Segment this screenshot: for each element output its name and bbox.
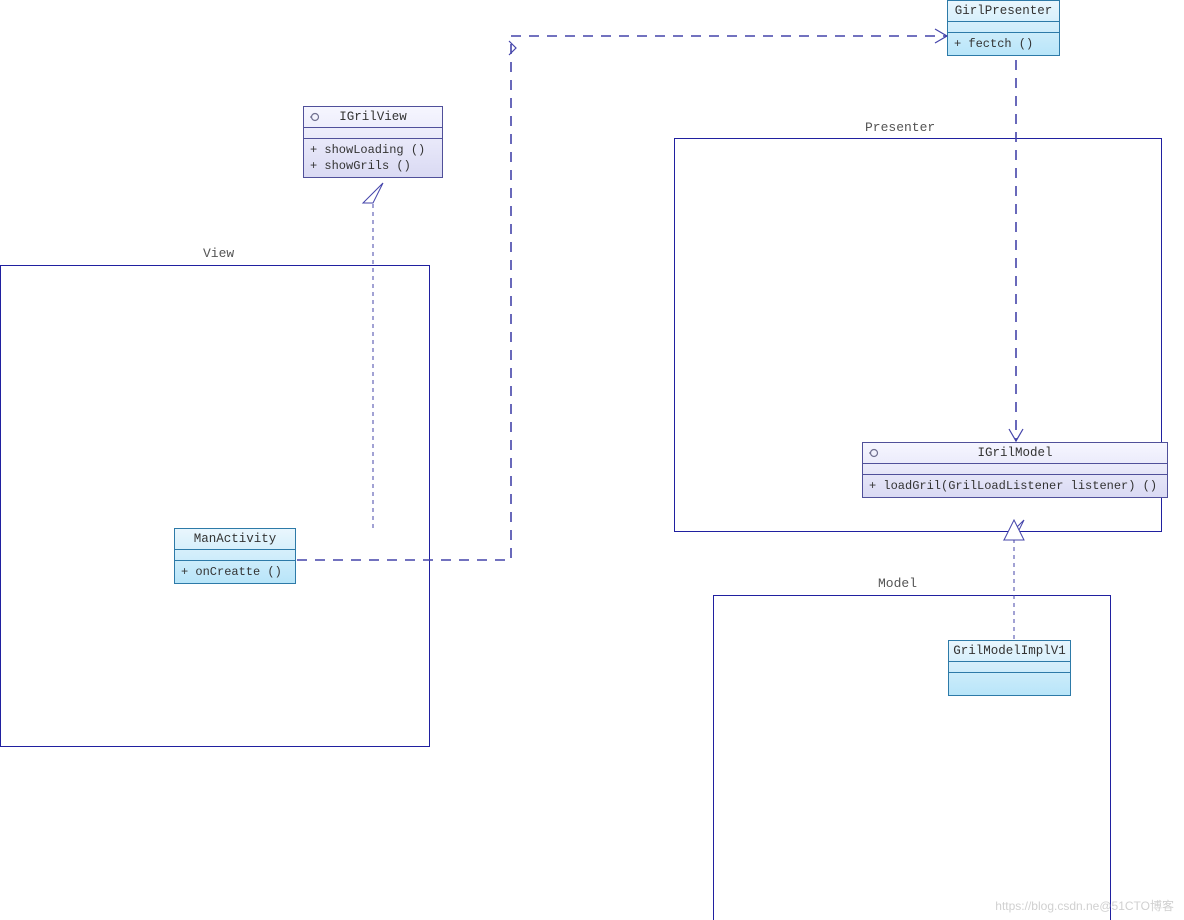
igrilview-attr-section: [304, 128, 442, 139]
class-grilmodelimplv1: GrilModelImplV1: [948, 640, 1071, 696]
igrilmodel-ops: + loadGril(GrilLoadListener listener) (): [863, 475, 1167, 497]
igrilview-op-1: + showGrils (): [310, 158, 436, 174]
class-girlpresenter: GirlPresenter + fectch (): [947, 0, 1060, 56]
girlpresenter-attr-section: [948, 22, 1059, 33]
girlpresenter-op-0: + fectch (): [954, 36, 1053, 52]
igrilview-ops: + showLoading () + showGrils (): [304, 139, 442, 177]
package-model-label: Model: [878, 576, 917, 591]
girlpresenter-ops: + fectch (): [948, 33, 1059, 55]
manactivity-op-0: + onCreatte (): [181, 564, 289, 580]
package-presenter-label: Presenter: [865, 120, 935, 135]
manactivity-name: ManActivity: [194, 532, 277, 546]
igrilmodel-name: IGrilModel: [977, 446, 1052, 460]
class-igrilview: IGrilView + showLoading () + showGrils (…: [303, 106, 443, 178]
package-view: [0, 265, 430, 747]
igrilview-name: IGrilView: [339, 110, 407, 124]
class-igrilmodel: IGrilModel + loadGril(GrilLoadListener l…: [862, 442, 1168, 498]
igrilview-op-0: + showLoading (): [310, 142, 436, 158]
watermark: https://blog.csdn.ne@51CTO博客: [995, 897, 1174, 914]
package-view-label: View: [203, 246, 234, 261]
igrilmodel-op-0: + loadGril(GrilLoadListener listener) (): [869, 478, 1161, 494]
manactivity-ops: + onCreatte (): [175, 561, 295, 583]
girlpresenter-name: GirlPresenter: [955, 4, 1053, 18]
manactivity-attr-section: [175, 550, 295, 561]
grilmodelimplv1-name: GrilModelImplV1: [953, 644, 1066, 658]
igrilmodel-attr-section: [863, 464, 1167, 475]
class-manactivity: ManActivity + onCreatte (): [174, 528, 296, 584]
grilmodelimplv1-ops: [949, 673, 1070, 695]
interface-icon: [869, 448, 879, 458]
grilmodelimplv1-attr-section: [949, 662, 1070, 673]
interface-icon: [310, 112, 320, 122]
